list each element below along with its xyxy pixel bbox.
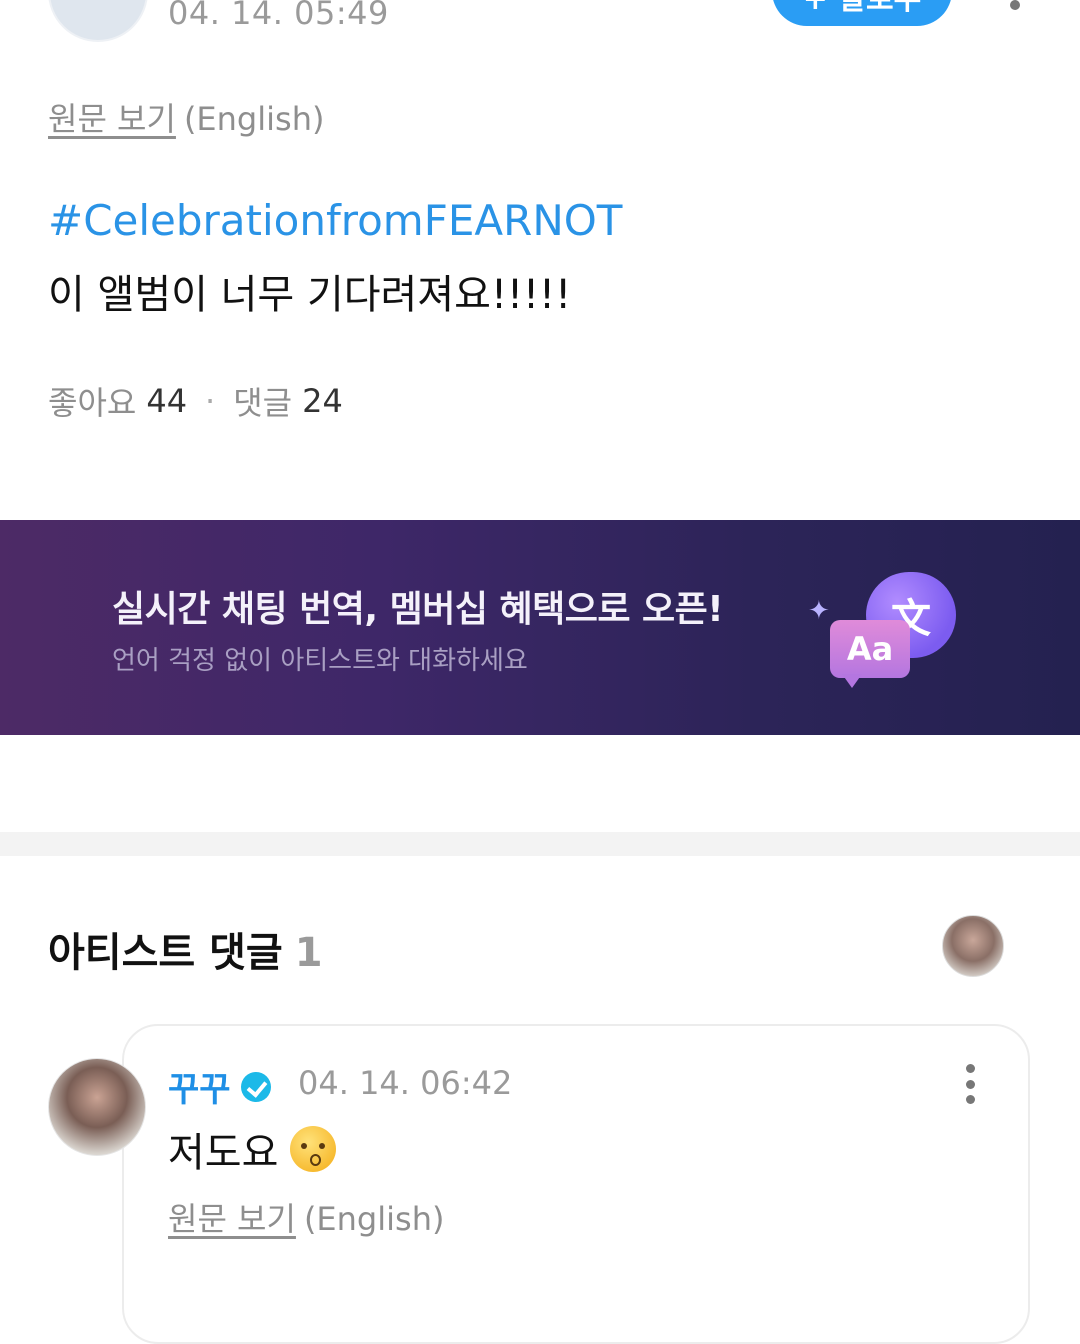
artist-comments-title: 아티스트 댓글 (48, 930, 283, 976)
banner-subtitle: 언어 걱정 없이 아티스트와 대화하세요 (112, 646, 528, 676)
comment-author-name[interactable]: 꾸꾸 (168, 1062, 231, 1111)
section-divider (0, 832, 1080, 856)
post-hashtag[interactable]: #CelebrationfromFEARNOT (48, 196, 622, 245)
banner-title: 실시간 채팅 번역, 멤버십 혜택으로 오픈! (112, 589, 724, 630)
comments-label: 댓글 (233, 384, 293, 422)
artist-comments-count: 1 (294, 930, 323, 976)
likes-count: 44 (146, 382, 188, 420)
follow-button[interactable]: + 팔로우 (772, 0, 952, 26)
comment-body: 저도요 (168, 1120, 337, 1178)
post-timestamp: 04. 14. 05:49 (168, 0, 389, 32)
comment-more-options-icon[interactable] (964, 1064, 976, 1104)
view-original-link-comment[interactable]: 원문 보기 (English) (168, 1194, 444, 1240)
original-language: (English) (183, 100, 325, 138)
view-original-label[interactable]: 원문 보기 (48, 100, 176, 138)
comment-original-language: (English) (303, 1200, 445, 1238)
stats-separator: · (205, 382, 216, 420)
comment-author-avatar[interactable] (48, 1058, 146, 1156)
post-stats: 좋아요 44 · 댓글 24 (48, 378, 343, 424)
comment-view-original-label[interactable]: 원문 보기 (168, 1200, 296, 1238)
view-original-link-post[interactable]: 원문 보기 (English) (48, 94, 324, 140)
sparkle-icon: ✦ (808, 596, 830, 626)
artist-avatar-small[interactable] (942, 915, 1004, 977)
verified-badge-icon (240, 1071, 271, 1102)
post-body-text: 이 앨범이 너무 기다려져요!!!!! (48, 272, 572, 318)
kissing-face-icon (290, 1126, 337, 1172)
comment-timestamp: 04. 14. 06:42 (298, 1064, 513, 1102)
membership-translation-banner[interactable]: 실시간 채팅 번역, 멤버십 혜택으로 오픈! 언어 걱정 없이 아티스트와 대… (0, 520, 1080, 735)
language-bubble-icon: Aa (830, 620, 910, 678)
comment-author[interactable]: 꾸꾸 (168, 1062, 271, 1111)
artist-comments-heading: 아티스트 댓글 1 (48, 920, 323, 978)
comments-count: 24 (302, 382, 343, 420)
author-avatar[interactable] (48, 0, 148, 42)
comment-text: 저도요 (168, 1130, 279, 1176)
likes-label: 좋아요 (48, 384, 137, 422)
more-options-icon[interactable] (1010, 0, 1024, 16)
language-bubble-tail (842, 674, 862, 688)
